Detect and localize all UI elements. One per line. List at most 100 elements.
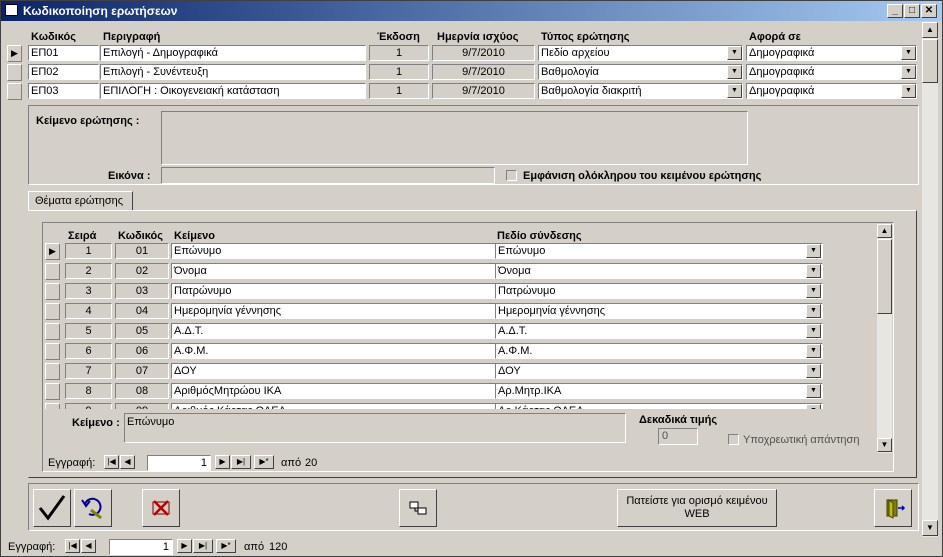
row-selector-current[interactable]: ▶ [7, 45, 22, 62]
decimals-field[interactable]: 0 [658, 428, 698, 445]
concerns-select[interactable]: Δημογραφικά [746, 45, 917, 61]
type-select[interactable]: Βαθμολογία [538, 64, 743, 80]
type-select[interactable]: Πεδίο αρχείου [538, 45, 743, 61]
cell-code[interactable]: 01 [115, 243, 169, 259]
row-selector[interactable] [45, 303, 60, 320]
dropdown-arrow-icon[interactable]: ▼ [806, 244, 821, 258]
dropdown-arrow-icon[interactable]: ▼ [806, 304, 821, 318]
cell-description[interactable]: Επιλογή - Δημογραφικά [100, 45, 366, 61]
sub-record-number[interactable]: 1 [147, 455, 211, 471]
scroll-up-icon[interactable]: ▲ [877, 224, 892, 238]
dropdown-arrow-icon[interactable]: ▼ [727, 46, 742, 60]
cell-code[interactable]: 08 [115, 383, 169, 399]
dropdown-arrow-icon[interactable]: ▼ [806, 364, 821, 378]
save-button[interactable] [33, 489, 71, 527]
link-field-select[interactable]: Α.Δ.Τ. [495, 323, 823, 339]
cell-code[interactable]: ΕΠ01 [28, 45, 99, 61]
prev-record-icon[interactable]: ◀ [81, 539, 96, 553]
link-field-select[interactable]: Α.Φ.Μ. [495, 343, 823, 359]
dropdown-arrow-icon[interactable]: ▼ [806, 264, 821, 278]
cell-text[interactable]: Ημερομηνία γέννησης [171, 303, 536, 319]
first-record-icon[interactable]: |◀ [104, 455, 119, 469]
link-field-select[interactable]: ΔΟΥ [495, 363, 823, 379]
cell-order[interactable]: 1 [65, 243, 112, 259]
cell-text[interactable]: ΔΟΥ [171, 363, 536, 379]
type-select[interactable]: Βαθμολογία διακριτή [538, 83, 743, 99]
row-selector[interactable] [7, 64, 22, 81]
cell-text[interactable]: Επώνυμο [171, 243, 536, 259]
resize-grip[interactable] [937, 548, 943, 554]
dropdown-arrow-icon[interactable]: ▼ [806, 284, 821, 298]
scroll-down-icon[interactable]: ▼ [877, 438, 892, 452]
cell-version[interactable]: 1 [369, 64, 429, 80]
cell-code[interactable]: ΕΠ03 [28, 83, 99, 99]
last-record-icon[interactable]: ▶| [231, 455, 251, 469]
sub-text-field[interactable]: Επώνυμο [124, 413, 626, 443]
tab-question-topics[interactable]: Θέματα ερώτησης [28, 191, 133, 211]
cell-code[interactable]: 04 [115, 303, 169, 319]
cell-code[interactable]: 06 [115, 343, 169, 359]
row-selector[interactable] [45, 343, 60, 360]
delete-button[interactable] [142, 489, 180, 527]
row-selector[interactable] [45, 263, 60, 280]
undo-button[interactable] [74, 489, 112, 527]
scroll-up-icon[interactable]: ▲ [922, 22, 938, 38]
show-full-text-checkbox[interactable] [506, 170, 517, 181]
dropdown-arrow-icon[interactable]: ▼ [806, 344, 821, 358]
link-field-select[interactable]: Πατρώνυμο [495, 283, 823, 299]
close-button[interactable]: ✕ [921, 4, 937, 18]
cell-text[interactable]: Α.Δ.Τ. [171, 323, 536, 339]
cell-order[interactable]: 4 [65, 303, 112, 319]
concerns-select[interactable]: Δημογραφικά [746, 83, 917, 99]
link-field-select[interactable]: Επώνυμο [495, 243, 823, 259]
row-selector[interactable] [45, 283, 60, 300]
next-record-icon[interactable]: ▶ [177, 539, 192, 553]
row-selector[interactable] [45, 403, 60, 409]
link-field-select[interactable]: Αρ.Μητρ.ΙΚΑ [495, 383, 823, 399]
cell-order[interactable]: 2 [65, 263, 112, 279]
cell-text[interactable]: Αριθμός Κάρτας ΟΑΕΔ [171, 403, 536, 409]
required-answer-checkbox[interactable] [728, 434, 739, 445]
record-number[interactable]: 1 [109, 539, 173, 555]
cell-text[interactable]: Πατρώνυμο [171, 283, 536, 299]
row-selector[interactable] [45, 363, 60, 380]
dropdown-arrow-icon[interactable]: ▼ [901, 46, 916, 60]
scroll-down-icon[interactable]: ▼ [922, 520, 938, 536]
scroll-thumb[interactable] [877, 239, 892, 314]
cell-text[interactable]: ΑριθμόςΜητρώου ΙΚΑ [171, 383, 536, 399]
cell-description[interactable]: ΕΠΙΛΟΓΗ : Οικογενειακή κατάσταση [100, 83, 366, 99]
row-selector-current[interactable]: ▶ [45, 243, 60, 260]
first-record-icon[interactable]: |◀ [65, 539, 80, 553]
row-selector[interactable] [7, 83, 22, 100]
link-field-select[interactable]: Αρ.Κάρτας ΟΑΕΔ [495, 403, 823, 409]
exit-button[interactable] [874, 489, 912, 527]
cell-code[interactable]: ΕΠ02 [28, 64, 99, 80]
cell-code[interactable]: 02 [115, 263, 169, 279]
new-record-icon[interactable]: ▶* [216, 539, 236, 553]
cell-code[interactable]: 07 [115, 363, 169, 379]
cell-valid-date[interactable]: 9/7/2010 [432, 45, 535, 61]
cell-text[interactable]: Α.Φ.Μ. [171, 343, 536, 359]
dropdown-arrow-icon[interactable]: ▼ [727, 84, 742, 98]
dropdown-arrow-icon[interactable]: ▼ [901, 65, 916, 79]
cell-text[interactable]: Όνομα [171, 263, 536, 279]
scroll-thumb[interactable] [922, 39, 938, 83]
subform-scrollbar[interactable]: ▲ ▼ [877, 224, 892, 453]
cell-order[interactable]: 8 [65, 383, 112, 399]
link-field-select[interactable]: Όνομα [495, 263, 823, 279]
cell-code[interactable]: 05 [115, 323, 169, 339]
cell-order[interactable]: 5 [65, 323, 112, 339]
dropdown-arrow-icon[interactable]: ▼ [806, 404, 821, 409]
cell-order[interactable]: 6 [65, 343, 112, 359]
next-record-icon[interactable]: ▶ [215, 455, 230, 469]
row-selector[interactable] [45, 323, 60, 340]
vertical-scrollbar[interactable]: ▲ ▼ [922, 22, 938, 537]
cell-code[interactable]: 09 [115, 403, 169, 409]
cell-code[interactable]: 03 [115, 283, 169, 299]
minimize-button[interactable]: _ [887, 4, 903, 18]
cell-version[interactable]: 1 [369, 83, 429, 99]
web-text-button[interactable]: Πατείστε για ορισμό κειμένου WEB [617, 489, 777, 527]
cell-description[interactable]: Επιλογή - Συνέντευξη [100, 64, 366, 80]
image-field[interactable] [161, 167, 495, 184]
maximize-button[interactable]: □ [904, 4, 920, 18]
